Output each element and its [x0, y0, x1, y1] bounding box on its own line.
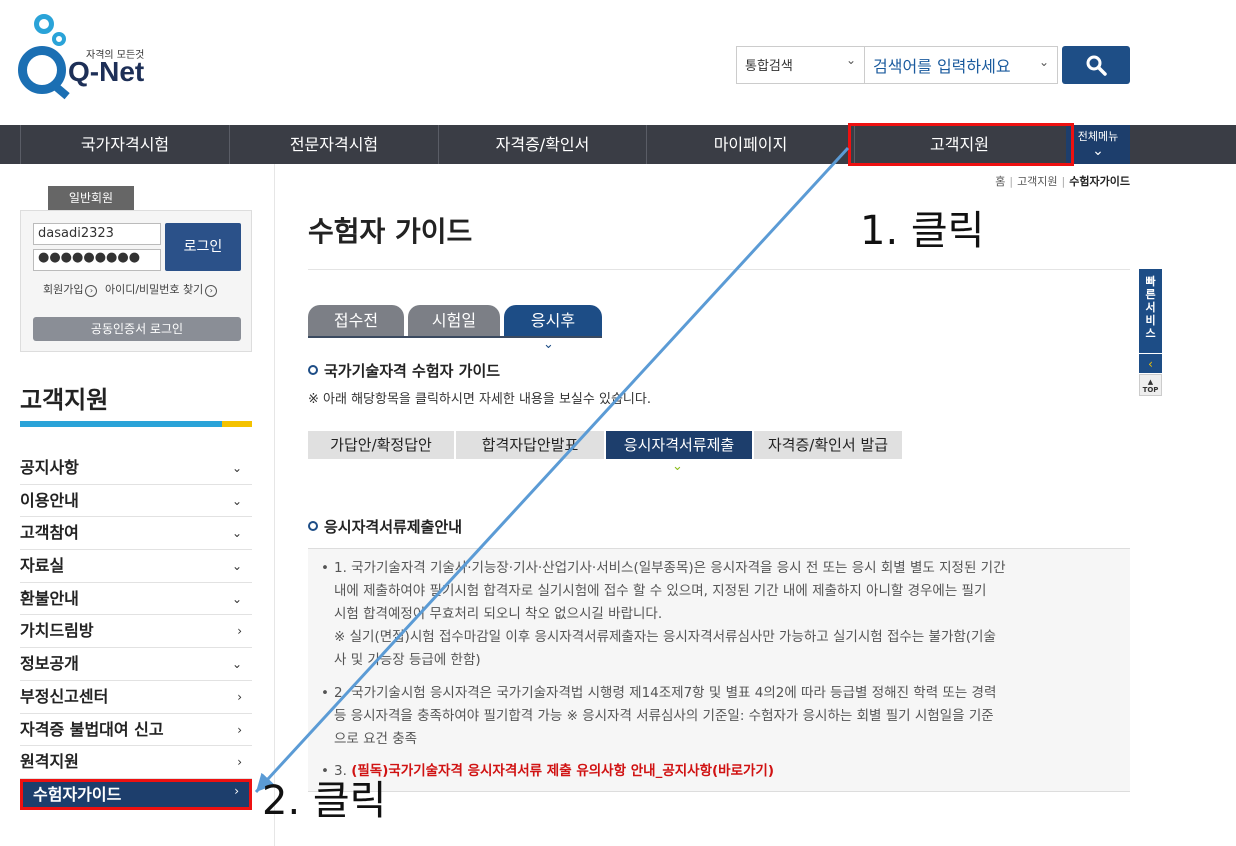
tutorial-arrow [254, 146, 850, 794]
annotation-step-2: 2. 클릭 [262, 778, 387, 824]
annotation-step-1: 1. 클릭 [860, 208, 985, 254]
arrow-line [254, 146, 850, 794]
